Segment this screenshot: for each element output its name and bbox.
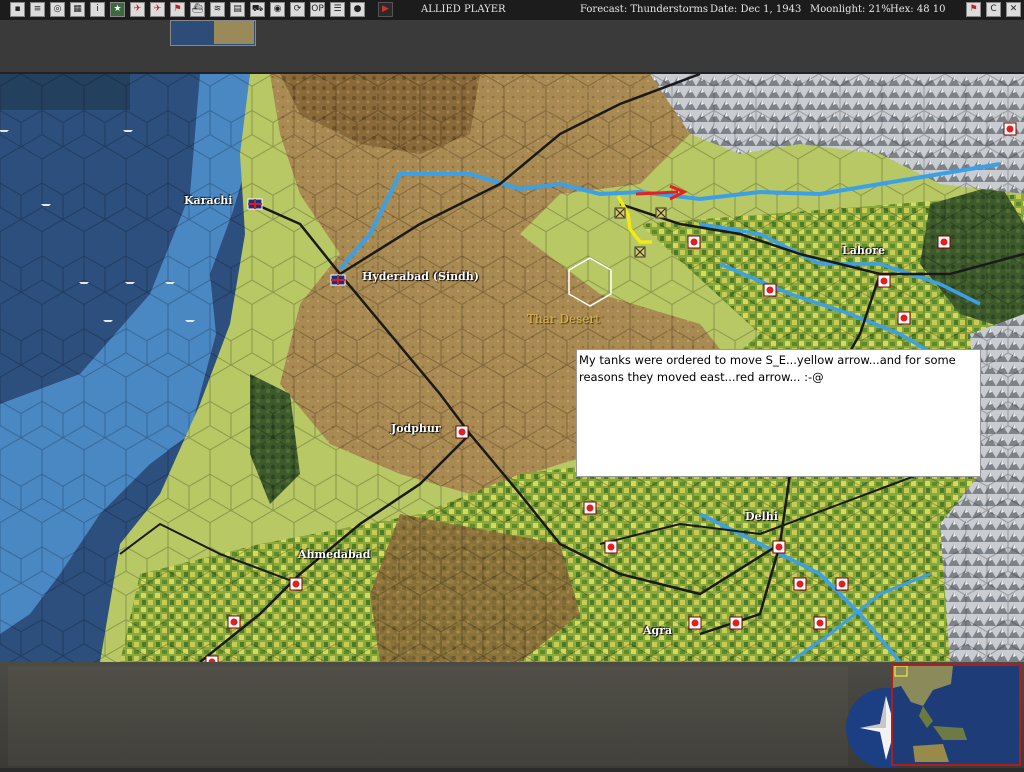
document-icon[interactable]: ≡ bbox=[30, 2, 45, 17]
close-icon[interactable]: ✕ bbox=[1006, 2, 1021, 17]
play-icon[interactable]: ▶ bbox=[378, 2, 393, 17]
rising-sun-icon bbox=[880, 277, 888, 285]
rising-sun-icon bbox=[230, 618, 238, 626]
rising-sun-icon bbox=[1006, 125, 1014, 133]
date-label: Date: Dec 1, 1943 bbox=[710, 4, 802, 15]
moonlight-label: Moonlight: 21% bbox=[810, 4, 891, 15]
thumbnail-land bbox=[214, 21, 254, 44]
player-label: ALLIED PLAYER bbox=[421, 4, 506, 15]
rising-sun-icon bbox=[900, 314, 908, 322]
globe-icon[interactable]: ◎ bbox=[50, 2, 65, 17]
city-karachi[interactable]: Karachi bbox=[184, 194, 233, 207]
rising-sun-icon bbox=[690, 238, 698, 246]
city-hyderabad[interactable]: Hyderabad (Sindh) bbox=[362, 270, 479, 283]
list-icon[interactable]: ☰ bbox=[330, 2, 345, 17]
city-ahmedabad[interactable]: Ahmedabad bbox=[298, 548, 371, 561]
hex-label: Hex: 48 10 bbox=[890, 4, 946, 15]
rising-sun-icon bbox=[732, 619, 740, 627]
refresh-icon[interactable]: ⟳ bbox=[290, 2, 305, 17]
rising-sun-icon bbox=[292, 580, 300, 588]
cargo-icon[interactable]: ⛟ bbox=[250, 2, 265, 17]
map-icon[interactable]: ▤ bbox=[230, 2, 245, 17]
city-agra[interactable]: Agra bbox=[643, 624, 672, 637]
rising-sun-icon bbox=[607, 543, 615, 551]
minimap-canvas bbox=[893, 666, 1019, 764]
rising-sun-icon bbox=[816, 619, 824, 627]
square-icon[interactable]: ▪ bbox=[10, 2, 25, 17]
city-lahore[interactable]: Lahore bbox=[842, 244, 885, 257]
map-thumbnail[interactable] bbox=[170, 20, 256, 46]
aircraft-icon[interactable]: ✈ bbox=[150, 2, 165, 17]
secondary-bar bbox=[0, 20, 1024, 74]
region-label: Thar Desert bbox=[527, 312, 600, 326]
minimap[interactable] bbox=[891, 664, 1021, 766]
convoy-icon[interactable]: ≋ bbox=[210, 2, 225, 17]
moon-icon[interactable]: ● bbox=[350, 2, 365, 17]
rising-sun-icon bbox=[775, 543, 783, 551]
op-icon[interactable]: OP bbox=[310, 2, 325, 17]
rising-sun-icon bbox=[691, 619, 699, 627]
top-toolbar: ▪ ≡ ◎ ▦ i ★ ✈ ✈ ⚑ ⛴ ≋ ▤ ⛟ ◉ ⟳ OP ☰ ● ▶ ALLIED PLAYER Forec… bbox=[0, 0, 1024, 21]
ship-icon[interactable]: ⛴ bbox=[190, 2, 205, 17]
c-icon[interactable]: C bbox=[986, 2, 1001, 17]
rising-sun-icon bbox=[458, 428, 466, 436]
city-delhi[interactable]: Delhi bbox=[745, 510, 778, 523]
world-icon[interactable]: ◉ bbox=[270, 2, 285, 17]
star-icon[interactable]: ★ bbox=[110, 2, 125, 17]
rising-sun-icon bbox=[586, 504, 594, 512]
flag-icon[interactable]: ⚑ bbox=[170, 2, 185, 17]
city-jodphur[interactable]: Jodphur bbox=[391, 422, 441, 435]
rising-sun-icon bbox=[796, 580, 804, 588]
forecast-label: Forecast: Thunderstorms bbox=[580, 4, 709, 15]
flag-icon[interactable]: ⚑ bbox=[966, 2, 981, 17]
rising-sun-icon bbox=[838, 580, 846, 588]
info-panel bbox=[8, 666, 848, 766]
red-arrow bbox=[635, 190, 679, 196]
annotation-note: My tanks were ordered to move S_E...yell… bbox=[576, 349, 981, 477]
rising-sun-icon bbox=[940, 238, 948, 246]
plane-icon[interactable]: ✈ bbox=[130, 2, 145, 17]
grid-icon[interactable]: ▦ bbox=[70, 2, 85, 17]
info-icon[interactable]: i bbox=[90, 2, 105, 17]
rising-sun-icon bbox=[766, 286, 774, 294]
